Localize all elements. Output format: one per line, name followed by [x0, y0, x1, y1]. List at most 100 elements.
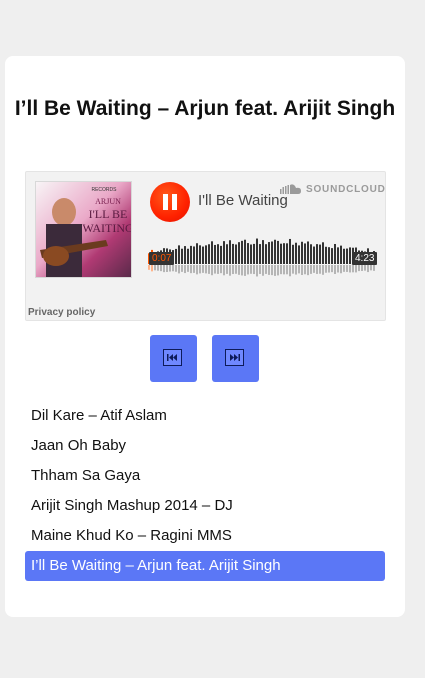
waveform-bar	[199, 245, 201, 264]
waveform-bar	[202, 246, 204, 264]
waveform-reflection-bar	[262, 265, 264, 276]
waveform-bar	[328, 247, 330, 264]
waveform-reflection-bar	[151, 265, 153, 272]
waveform-bar	[283, 243, 285, 264]
waveform-reflection-bar	[238, 265, 240, 275]
waveform-bar	[214, 244, 216, 264]
waveform-reflection-bar	[199, 265, 201, 274]
waveform-bar	[292, 244, 294, 264]
waveform-reflection-bar	[154, 265, 156, 271]
privacy-policy-link[interactable]: Privacy policy	[28, 307, 95, 318]
waveform-bar	[304, 243, 306, 264]
waveform-bar	[247, 243, 249, 264]
waveform-bar	[196, 243, 198, 264]
waveform-reflection-bar	[370, 265, 372, 271]
next-button[interactable]	[212, 335, 259, 382]
waveform-reflection-bar	[292, 265, 294, 274]
waveform-reflection-bar	[373, 265, 375, 271]
previous-button[interactable]	[150, 335, 197, 382]
waveform-reflection-bar	[316, 265, 318, 274]
playlist-item[interactable]: Jaan Oh Baby	[25, 431, 385, 461]
waveform-bar	[223, 241, 225, 264]
waveform-reflection-bar	[304, 265, 306, 275]
waveform-reflection-bar	[187, 265, 189, 272]
total-duration: 4:23	[352, 252, 378, 265]
playlist-item[interactable]: Maine Khud Ko – Ragini MMS	[25, 521, 385, 551]
waveform-reflection-bar	[355, 265, 357, 273]
waveform-reflection-bar	[190, 265, 192, 274]
waveform-bar	[295, 242, 297, 264]
waveform-reflection-bar	[157, 265, 159, 271]
waveform-reflection-bar	[166, 265, 168, 273]
waveform-reflection-bar	[196, 265, 198, 275]
waveform-bar	[244, 239, 246, 264]
waveform-bar	[334, 243, 336, 264]
waveform-reflection-bar	[175, 265, 177, 272]
waveform-reflection-bar	[289, 265, 291, 277]
playlist-item[interactable]: Dil Kare – Atif Aslam	[25, 401, 385, 431]
track-name[interactable]: I'll Be Waiting	[198, 192, 288, 209]
waveform-reflection-bar	[214, 265, 216, 274]
player-card: I’ll Be Waiting – Arjun feat. Arijit Sin…	[5, 56, 405, 617]
waveform-bar	[241, 240, 243, 264]
waveform-reflection-bar	[283, 265, 285, 275]
waveform-bar	[175, 248, 177, 264]
waveform-reflection-bar	[229, 265, 231, 276]
playlist-item[interactable]: I’ll Be Waiting – Arjun feat. Arijit Sin…	[25, 551, 385, 581]
soundcloud-embed[interactable]: RECORDS ARJUN I'LL BE WAITING I'll Be Wa…	[25, 171, 386, 321]
waveform-bar	[232, 243, 234, 264]
waveform-bar	[331, 248, 333, 264]
playlist-item[interactable]: Thham Sa Gaya	[25, 461, 385, 491]
waveform-bar	[289, 238, 291, 264]
waveform-bar	[253, 243, 255, 264]
waveform-reflection-bar	[220, 265, 222, 274]
cover-artist-text: ARJUN	[95, 197, 121, 206]
waveform-reflection-bar	[358, 265, 360, 272]
waveform-bar	[262, 240, 264, 264]
waveform-bar	[265, 244, 267, 264]
waveform-bar	[190, 245, 192, 264]
waveform-reflection-bar	[346, 265, 348, 272]
album-cover[interactable]: RECORDS ARJUN I'LL BE WAITING	[35, 181, 132, 278]
waveform-reflection-bar	[160, 265, 162, 272]
playlist-item[interactable]: Arijit Singh Mashup 2014 – DJ	[25, 491, 385, 521]
waveform-reflection-bar	[259, 265, 261, 274]
waveform-bar	[193, 246, 195, 264]
album-cover-art: RECORDS ARJUN I'LL BE WAITING	[40, 187, 131, 277]
waveform-bar	[256, 238, 258, 264]
waveform-reflection-bar	[298, 265, 300, 274]
waveform-bar	[226, 244, 228, 264]
waveform-bar	[340, 245, 342, 264]
waveform-bar	[238, 242, 240, 264]
waveform-reflection-bar	[205, 265, 207, 274]
waveform-reflection-bar	[313, 265, 315, 273]
waveform-bar	[346, 248, 348, 264]
waveform-reflection-bar	[328, 265, 330, 273]
waveform-bar	[208, 244, 210, 264]
waveform-reflection-bar	[322, 265, 324, 275]
waveform-bar	[280, 243, 282, 264]
pause-button[interactable]	[150, 182, 190, 222]
waveform-reflection-bar	[340, 265, 342, 274]
waveform-reflection-bar	[208, 265, 210, 274]
waveform-bar	[268, 242, 270, 264]
waveform-reflection-bar	[253, 265, 255, 275]
waveform-bar	[220, 245, 222, 264]
waveform-reflection-bar	[178, 265, 180, 274]
waveform-bar	[211, 241, 213, 264]
waveform-bar	[235, 244, 237, 264]
waveform-scrubber[interactable]	[148, 234, 378, 278]
waveform-bar	[274, 239, 276, 264]
waveform-reflection-bar	[325, 265, 327, 273]
waveform-bar	[184, 246, 186, 264]
waveform-bar	[349, 247, 351, 264]
waveform-bar	[319, 244, 321, 264]
waveform-bar	[259, 244, 261, 264]
soundcloud-logo[interactable]: SOUNDCLOUD	[280, 183, 386, 195]
waveform-reflection-bar	[193, 265, 195, 273]
elapsed-time: 0:07	[149, 252, 175, 265]
waveform-reflection-bar	[265, 265, 267, 274]
waveform-reflection-bar	[148, 265, 150, 270]
waveform-reflection-bar	[286, 265, 288, 275]
waveform-reflection-bar	[250, 265, 252, 274]
